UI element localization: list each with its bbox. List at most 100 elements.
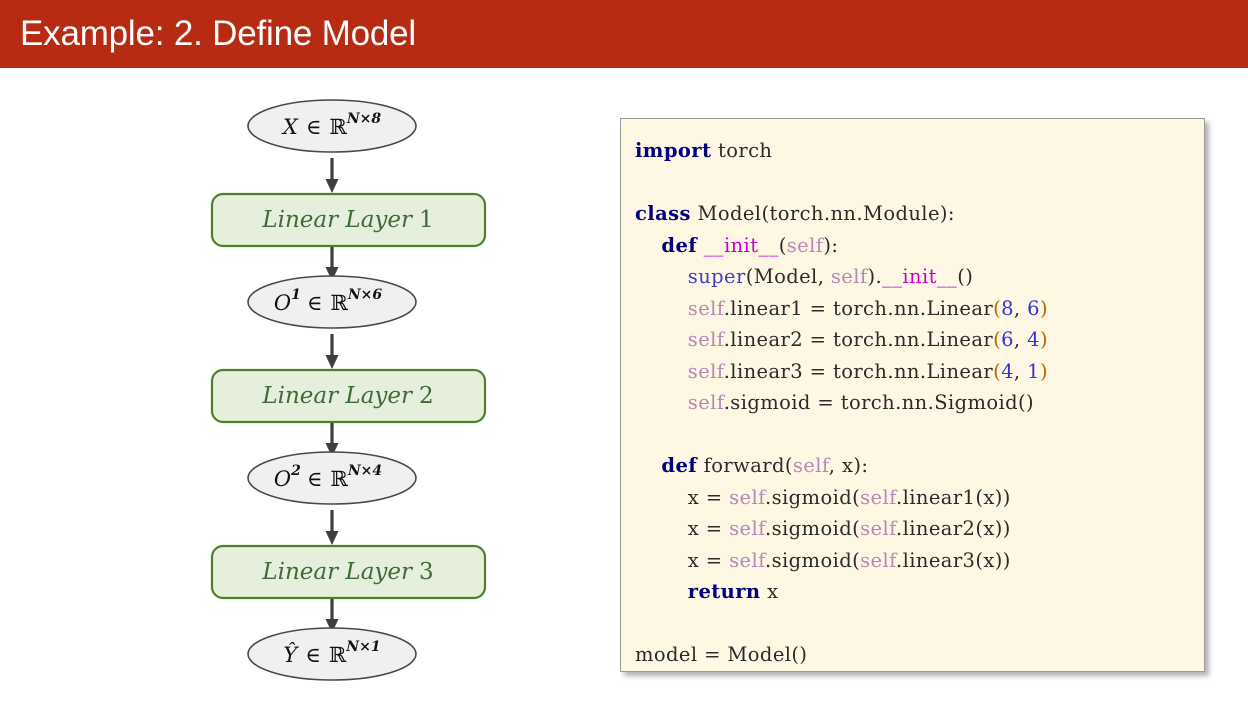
- flow-node-linear-layer-3: Linear Layer 3: [210, 544, 487, 600]
- flow-node-output-1: O1 ∈ ℝN×6: [247, 275, 417, 329]
- code-token: torch.nn.Module: [769, 202, 940, 225]
- code-token: (: [993, 359, 1002, 383]
- code-token: self: [687, 391, 724, 414]
- code-line: self.linear3 = torch.nn.Linear(4, 1): [635, 356, 1202, 388]
- code-token: (: [993, 296, 1002, 320]
- code-token: self: [687, 296, 724, 320]
- code-line: import torch: [635, 135, 1202, 167]
- code-token: ):: [823, 233, 839, 257]
- python-code-block: import torch class Model(torch.nn.Module…: [635, 135, 1202, 671]
- code-token: return: [687, 580, 761, 603]
- code-line: def __init__(self):: [635, 230, 1202, 262]
- code-token: __init__: [703, 233, 779, 257]
- code-line: x = self.sigmoid(self.linear2(x)): [635, 513, 1202, 545]
- code-token: .sigmoid(: [765, 548, 861, 572]
- svg-text:Linear Layer3: Linear Layer 3: [261, 559, 433, 585]
- code-token: ): [1039, 359, 1048, 383]
- code-token: (): [957, 265, 974, 288]
- code-token: ): [1039, 328, 1048, 351]
- flow-arrow-input-to-layer1: [325, 158, 339, 193]
- code-token: self: [729, 517, 766, 540]
- page-title: Example: 2. Define Model: [20, 14, 416, 53]
- code-token: import: [635, 139, 712, 162]
- code-token: self: [860, 548, 897, 572]
- code-token: 4: [1027, 328, 1040, 351]
- code-token: model = Model(): [635, 643, 808, 666]
- code-line: self.sigmoid = torch.nn.Sigmoid(): [635, 387, 1202, 419]
- code-line: super(Model, self).__init__(): [635, 261, 1202, 293]
- code-token: .linear1(x)): [896, 485, 1011, 509]
- code-token: self: [830, 265, 868, 288]
- flow-arrow-output2-to-layer3: [325, 510, 339, 545]
- code-token: x: [760, 580, 779, 603]
- code-token: x =: [635, 548, 730, 572]
- code-snippet-panel: import torch class Model(torch.nn.Module…: [620, 118, 1205, 672]
- slide-title-bar: Example: 2. Define Model: [0, 0, 1248, 68]
- svg-text:Linear Layer1: Linear Layer 1: [261, 207, 433, 233]
- flow-node-output-2: O2 ∈ ℝN×4: [247, 451, 417, 505]
- code-token: Model: [690, 202, 762, 225]
- code-token: ).: [867, 265, 883, 288]
- code-token: .sigmoid = torch.nn.Sigmoid(): [723, 391, 1035, 414]
- code-token: (: [778, 233, 787, 257]
- code-token: self: [860, 485, 897, 509]
- code-token: class: [635, 202, 691, 225]
- code-token: (Model,: [745, 265, 831, 288]
- code-line: class Model(torch.nn.Module):: [635, 198, 1202, 230]
- code-token: 6: [1001, 328, 1014, 351]
- code-token: 6: [1027, 296, 1040, 320]
- code-token: 4: [1001, 359, 1014, 383]
- code-token: x =: [635, 517, 730, 540]
- code-token: ):: [939, 202, 955, 225]
- code-line: x = self.sigmoid(self.linear1(x)): [635, 482, 1202, 514]
- code-token: self: [687, 328, 724, 351]
- code-token: ): [1039, 296, 1048, 320]
- code-token: .sigmoid(: [765, 517, 861, 540]
- code-token: def: [661, 233, 698, 257]
- code-line: def forward(self, x):: [635, 450, 1202, 482]
- code-line: self.linear1 = torch.nn.Linear(8, 6): [635, 293, 1202, 325]
- code-token: torch: [711, 139, 773, 162]
- code-token: , x):: [828, 454, 869, 477]
- code-token: __init__: [882, 265, 958, 288]
- code-token: x =: [635, 485, 730, 509]
- code-token: .linear3 = torch.nn.Linear: [723, 359, 994, 383]
- code-line: x = self.sigmoid(self.linear3(x)): [635, 545, 1202, 577]
- code-token: ,: [1013, 296, 1028, 320]
- code-token: def: [661, 454, 698, 477]
- model-architecture-flowchart: X ∈ ℝN×8 Linear Layer 1 O1 ∈ ℝN×6 Linear Laye…: [150, 90, 570, 690]
- code-line: return x: [635, 576, 1202, 608]
- flow-node-linear-layer-1: Linear Layer 1: [210, 192, 487, 248]
- code-token: 8: [1001, 296, 1014, 320]
- code-token: (: [993, 328, 1002, 351]
- code-token: ,: [1013, 359, 1028, 383]
- code-token: ,: [1013, 328, 1028, 351]
- code-token: super: [687, 265, 746, 288]
- code-token: self: [860, 517, 897, 540]
- svg-text:Linear Layer2: Linear Layer 2: [261, 383, 433, 409]
- code-token: .linear3(x)): [896, 548, 1011, 572]
- code-token: .linear2(x)): [896, 517, 1011, 540]
- flow-node-input-tensor: X ∈ ℝN×8: [247, 99, 417, 153]
- code-token: .linear1 = torch.nn.Linear: [723, 296, 994, 320]
- code-token: self: [729, 548, 766, 572]
- code-token: self: [786, 233, 824, 257]
- code-token: self: [792, 454, 829, 477]
- code-token: .linear2 = torch.nn.Linear: [723, 328, 994, 351]
- code-line: model = Model(): [635, 639, 1202, 671]
- code-line: self.linear2 = torch.nn.Linear(6, 4): [635, 324, 1202, 356]
- code-token: 1: [1027, 359, 1040, 383]
- code-token: self: [729, 485, 766, 509]
- code-token: forward(: [697, 454, 793, 477]
- code-token: self: [687, 359, 724, 383]
